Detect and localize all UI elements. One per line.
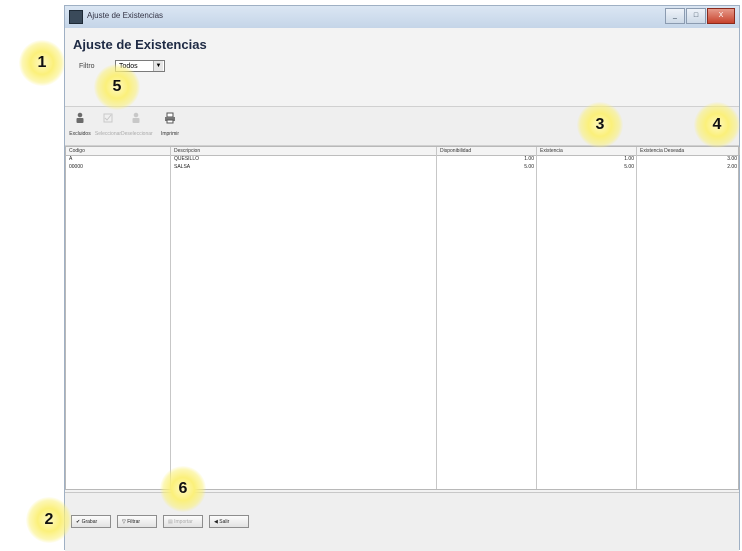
salir-label: Salir — [219, 519, 230, 525]
cell-disponibilidad: 1.00 — [524, 156, 534, 162]
column-divider — [66, 147, 171, 489]
callout-marker-4: 4 — [694, 102, 740, 148]
column-divider — [437, 147, 537, 489]
toolbar-label: Excluidos — [69, 131, 91, 137]
toolbar-label: Seleccionar — [94, 131, 122, 137]
cell-codigo: 00000 — [69, 164, 83, 170]
importar-label: Importar — [174, 519, 193, 525]
cell-descripcion: QUESILLO — [174, 156, 200, 162]
filtrar-label: Filtrar — [127, 519, 141, 525]
person-icon — [132, 112, 140, 123]
select-icon — [103, 113, 113, 123]
cell-existencia-deseada[interactable]: 2.00 — [637, 163, 740, 171]
close-button[interactable]: X — [707, 8, 735, 24]
column-header-existencia-deseada[interactable]: Existencia Deseada — [637, 147, 740, 155]
filtrar-button[interactable]: ▽ Filtrar — [117, 515, 157, 528]
app-window: Ajuste de Existencias _ □ X Ajuste de Ex… — [64, 5, 740, 551]
callout-marker-5: 5 — [94, 64, 140, 110]
app-icon — [69, 10, 83, 24]
cell-disponibilidad: 5.00 — [524, 164, 534, 170]
column-divider — [171, 147, 437, 489]
grabar-button[interactable]: ✔ Grabar — [71, 515, 111, 528]
toolbar-excluidos-button[interactable]: Excluidos — [65, 111, 95, 137]
cell-existencia: 5.00 — [624, 164, 634, 170]
title-bar: Ajuste de Existencias _ □ X — [65, 6, 739, 29]
column-divider — [537, 147, 637, 489]
toolbar-label: Deseleccionar — [121, 131, 153, 137]
cell-descripcion: SALSA — [174, 164, 191, 170]
filter-label: Filtro — [79, 63, 95, 70]
callout-marker-3: 3 — [577, 102, 623, 148]
person-icon — [76, 112, 84, 123]
chevron-down-icon: ▼ — [153, 61, 163, 71]
page-title: Ajuste de Existencias — [73, 37, 207, 52]
toolbar: Excluidos Seleccionar Deseleccionar Impr… — [65, 106, 739, 146]
cell-codigo: A — [69, 156, 73, 162]
toolbar-imprimir-button[interactable]: Imprimir — [155, 111, 185, 137]
callout-marker-1: 1 — [19, 40, 65, 86]
toolbar-label: Imprimir — [160, 131, 180, 137]
cell-existencia-deseada[interactable]: 3.00 — [637, 155, 740, 163]
window-controls: _ □ X — [665, 8, 735, 24]
minimize-button[interactable]: _ — [665, 8, 685, 24]
stock-table: Codigo Descripcion Disponibilidad Existe… — [65, 146, 740, 490]
importar-button[interactable]: ▤ Importar — [163, 515, 203, 528]
callout-marker-2: 2 — [26, 497, 72, 543]
print-icon — [165, 112, 175, 124]
salir-button[interactable]: ◀ Salir — [209, 515, 249, 528]
callout-marker-6: 6 — [160, 466, 206, 512]
cell-existencia: 1.00 — [624, 156, 634, 162]
window-title: Ajuste de Existencias — [87, 11, 164, 20]
grabar-label: Grabar — [81, 519, 98, 525]
form-header: Ajuste de Existencias Filtro Todos ▼ — [65, 28, 739, 106]
maximize-button[interactable]: □ — [686, 8, 706, 24]
toolbar-seleccionar-button[interactable]: Seleccionar — [93, 111, 123, 137]
toolbar-deseleccionar-button[interactable]: Deseleccionar — [121, 111, 153, 137]
